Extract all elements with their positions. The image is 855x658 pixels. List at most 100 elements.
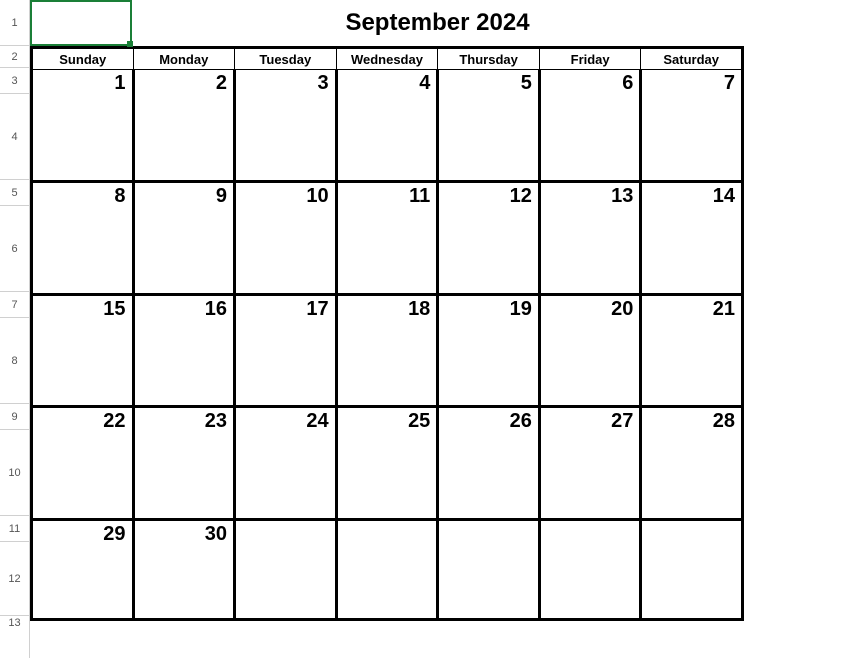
day-body-cell[interactable] xyxy=(133,546,235,620)
day-body-cell[interactable] xyxy=(438,321,540,407)
day-body-cell[interactable] xyxy=(32,433,134,519)
day-cell[interactable]: 22 xyxy=(32,407,134,434)
day-cell[interactable]: 6 xyxy=(539,70,640,96)
day-cell[interactable] xyxy=(235,519,337,546)
day-header-thursday[interactable]: Thursday xyxy=(438,48,540,70)
day-body-cell[interactable] xyxy=(641,96,743,182)
day-body-cell[interactable] xyxy=(641,208,743,294)
day-header-tuesday[interactable]: Tuesday xyxy=(235,48,337,70)
day-body-cell[interactable] xyxy=(539,208,640,294)
day-cell[interactable]: 9 xyxy=(133,182,235,209)
row-header-9[interactable]: 9 xyxy=(0,404,29,430)
day-cell[interactable]: 29 xyxy=(32,519,134,546)
day-cell[interactable]: 16 xyxy=(133,294,235,321)
day-cell[interactable]: 26 xyxy=(438,407,540,434)
day-cell[interactable]: 14 xyxy=(641,182,743,209)
selected-cell-a1[interactable] xyxy=(30,0,132,46)
day-body-cell[interactable] xyxy=(539,321,640,407)
day-body-cell[interactable] xyxy=(336,321,438,407)
day-cell[interactable]: 15 xyxy=(32,294,134,321)
day-body-cell[interactable] xyxy=(133,96,235,182)
day-cell[interactable]: 1 xyxy=(32,70,134,96)
main-area: September 2024 Sunday Monday Tuesday Wed… xyxy=(30,0,855,658)
day-cell[interactable]: 13 xyxy=(539,182,640,209)
day-cell[interactable]: 21 xyxy=(641,294,743,321)
day-cell[interactable]: 25 xyxy=(336,407,438,434)
day-body-cell[interactable] xyxy=(438,433,540,519)
row-header-4[interactable]: 4 xyxy=(0,94,29,180)
row-headers: 1 2 3 4 5 6 7 8 9 10 11 12 13 xyxy=(0,0,30,658)
row-header-6[interactable]: 6 xyxy=(0,206,29,292)
day-cell[interactable] xyxy=(336,519,438,546)
day-cell[interactable]: 3 xyxy=(235,70,337,96)
row-header-3[interactable]: 3 xyxy=(0,68,29,94)
calendar-table: Sunday Monday Tuesday Wednesday Thursday… xyxy=(30,46,744,621)
day-cell[interactable]: 5 xyxy=(438,70,540,96)
day-body-cell[interactable] xyxy=(641,546,743,620)
day-cell[interactable]: 11 xyxy=(336,182,438,209)
row-header-11[interactable]: 11 xyxy=(0,516,29,542)
day-body-cell[interactable] xyxy=(539,433,640,519)
day-cell[interactable]: 19 xyxy=(438,294,540,321)
row-header-2[interactable]: 2 xyxy=(0,46,29,68)
day-body-cell[interactable] xyxy=(32,208,134,294)
day-cell[interactable]: 12 xyxy=(438,182,540,209)
day-body-cell[interactable] xyxy=(438,208,540,294)
day-cell[interactable]: 27 xyxy=(539,407,640,434)
calendar-title: September 2024 xyxy=(30,0,845,46)
day-body-cell[interactable] xyxy=(235,433,337,519)
day-body-cell[interactable] xyxy=(235,321,337,407)
day-cell[interactable]: 2 xyxy=(133,70,235,96)
row-header-7[interactable]: 7 xyxy=(0,292,29,318)
row-header-13[interactable]: 13 xyxy=(0,616,29,630)
row-header-1[interactable]: 1 xyxy=(0,0,29,46)
day-body-cell[interactable] xyxy=(32,321,134,407)
row-header-12[interactable]: 12 xyxy=(0,542,29,616)
day-header-sunday[interactable]: Sunday xyxy=(32,48,134,70)
day-cell[interactable]: 23 xyxy=(133,407,235,434)
day-cell[interactable]: 30 xyxy=(133,519,235,546)
day-cell[interactable]: 24 xyxy=(235,407,337,434)
week-1-daynums: 1 2 3 4 5 6 7 xyxy=(32,70,743,96)
day-body-cell[interactable] xyxy=(438,96,540,182)
day-cell[interactable]: 18 xyxy=(336,294,438,321)
day-cell[interactable]: 7 xyxy=(641,70,743,96)
day-body-cell[interactable] xyxy=(133,321,235,407)
day-cell[interactable] xyxy=(438,519,540,546)
day-body-cell[interactable] xyxy=(32,96,134,182)
day-body-cell[interactable] xyxy=(133,208,235,294)
day-cell[interactable]: 17 xyxy=(235,294,337,321)
day-cell[interactable]: 10 xyxy=(235,182,337,209)
day-cell[interactable] xyxy=(539,519,640,546)
week-4-body xyxy=(32,433,743,519)
day-body-cell[interactable] xyxy=(438,546,540,620)
day-cell[interactable]: 8 xyxy=(32,182,134,209)
row-header-10[interactable]: 10 xyxy=(0,430,29,516)
day-cell[interactable]: 4 xyxy=(336,70,438,96)
day-header-wednesday[interactable]: Wednesday xyxy=(336,48,438,70)
row-header-8[interactable]: 8 xyxy=(0,318,29,404)
week-5-daynums: 29 30 xyxy=(32,519,743,546)
day-body-cell[interactable] xyxy=(235,208,337,294)
day-body-cell[interactable] xyxy=(641,433,743,519)
day-header-saturday[interactable]: Saturday xyxy=(641,48,743,70)
day-header-friday[interactable]: Friday xyxy=(539,48,640,70)
day-body-cell[interactable] xyxy=(539,96,640,182)
row-header-5[interactable]: 5 xyxy=(0,180,29,206)
day-body-cell[interactable] xyxy=(336,433,438,519)
day-cell[interactable]: 28 xyxy=(641,407,743,434)
week-4-daynums: 22 23 24 25 26 27 28 xyxy=(32,407,743,434)
day-cell[interactable] xyxy=(641,519,743,546)
day-body-cell[interactable] xyxy=(235,96,337,182)
day-body-cell[interactable] xyxy=(32,546,134,620)
day-body-cell[interactable] xyxy=(336,546,438,620)
day-body-cell[interactable] xyxy=(133,433,235,519)
day-body-cell[interactable] xyxy=(336,208,438,294)
spreadsheet-container: 1 2 3 4 5 6 7 8 9 10 11 12 13 September … xyxy=(0,0,855,658)
day-body-cell[interactable] xyxy=(336,96,438,182)
day-body-cell[interactable] xyxy=(641,321,743,407)
day-body-cell[interactable] xyxy=(235,546,337,620)
day-body-cell[interactable] xyxy=(539,546,640,620)
day-cell[interactable]: 20 xyxy=(539,294,640,321)
day-header-monday[interactable]: Monday xyxy=(133,48,235,70)
